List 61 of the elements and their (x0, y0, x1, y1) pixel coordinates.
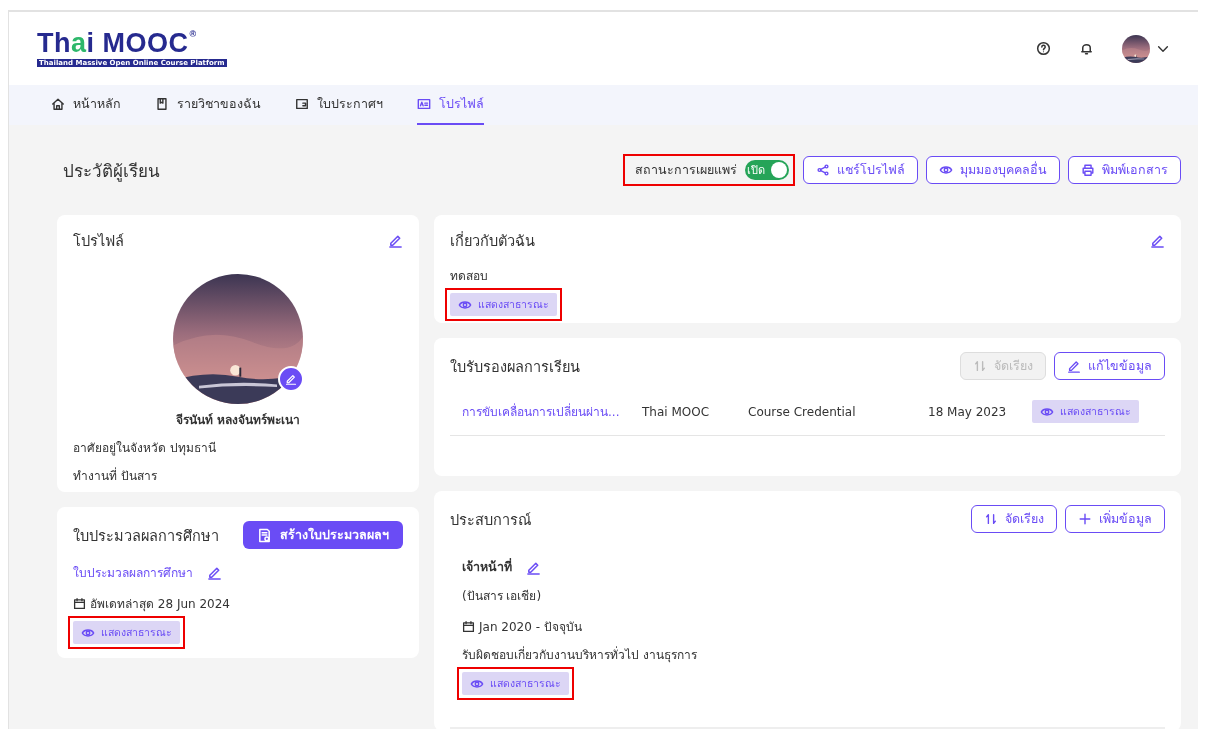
card-title: ประสบการณ์ (450, 510, 531, 530)
eye-icon (939, 163, 953, 177)
issuer-text: Thai MOOC (642, 404, 711, 419)
type-text: Course Credential (748, 404, 857, 419)
visibility-badge[interactable]: แสดงสาธารณะ (73, 621, 180, 644)
visibility-badge[interactable]: แสดงสาธารณะ (450, 293, 557, 316)
action-button[interactable]: พิมพ์เอกสาร (1068, 156, 1181, 184)
card-title: ใบรับรองผลการเรียน (450, 357, 580, 377)
profile-detail: ทำงานที่ ปันสาร (73, 466, 158, 485)
publish-label: สถานะการเผยแพร่ (635, 161, 737, 179)
pencil-icon (1150, 233, 1165, 248)
nav-tab[interactable]: รายวิชาของฉัน (155, 85, 261, 125)
updated-date: อัพเดทล่าสุด 28 Jun 2024 (90, 596, 230, 613)
transcript-link[interactable]: ใบประมวลผลการศึกษา (73, 563, 193, 582)
book-icon (155, 97, 169, 111)
edit-button[interactable] (388, 233, 403, 248)
job-description: รับผิดชอบเกี่ยวกับงานบริหารทั่วไป งานธุรการ (462, 645, 698, 664)
sort-icon (984, 512, 998, 526)
company-name: (ปันสาร เอเชีย) (462, 588, 543, 605)
nav-tab[interactable]: ใบประกาศฯ (295, 85, 383, 125)
edit-button[interactable] (1150, 233, 1165, 248)
sort-button[interactable]: จัดเรียง (971, 505, 1057, 533)
share-icon (816, 163, 830, 177)
sort-icon (973, 359, 987, 373)
pencil-icon (207, 565, 222, 580)
id-card-icon (417, 97, 431, 111)
profile-name: จีรนันท์ หลงจันทร์พะเนา (174, 412, 302, 429)
edit-button[interactable]: แก้ไขข้อมูล (1054, 352, 1165, 380)
page-title: ประวัติผู้เรียน (63, 159, 160, 184)
edit-photo-button[interactable] (278, 366, 304, 392)
pencil-icon (285, 373, 297, 385)
period-text: Jan 2020 - ปัจจุบัน (479, 619, 582, 636)
nav-tab[interactable]: หน้าหลัก (51, 85, 121, 125)
home-icon (51, 97, 65, 111)
bell-icon (1079, 41, 1094, 56)
pencil-icon (1067, 359, 1081, 373)
document-icon (257, 527, 272, 543)
publish-toggle[interactable]: เปิด (745, 160, 789, 180)
add-button[interactable]: เพิ่มข้อมูล (1065, 505, 1165, 533)
action-button[interactable]: มุมมองบุคคลอื่น (926, 156, 1060, 184)
profile-detail: อาศัยอยู่ในจังหวัด ปทุมธานี (73, 440, 217, 457)
calendar-icon (462, 620, 475, 633)
card-title: โปรไฟล์ (73, 232, 124, 251)
credential-link[interactable]: การขับเคลื่อนการเปลี่ยนผ่าน... (462, 402, 642, 421)
plus-icon (1078, 512, 1092, 526)
nav-tab[interactable]: โปรไฟล์ (417, 85, 484, 125)
calendar-icon (73, 597, 86, 610)
edit-button[interactable] (207, 565, 222, 580)
create-transcript-button[interactable]: สร้างใบประมวลผลฯ (243, 521, 403, 549)
certificate-icon (295, 97, 309, 111)
action-button[interactable]: แชร์โปรไฟล์ (803, 156, 918, 184)
card-title: ใบประมวลผลการศึกษา (73, 526, 219, 546)
visibility-badge[interactable]: แสดงสาธารณะ (1032, 400, 1139, 423)
position-title: เจ้าหน้าที่ (462, 557, 512, 576)
printer-icon (1081, 163, 1095, 177)
date-text: 18 May 2023 (928, 404, 1008, 419)
help-icon (1036, 41, 1051, 56)
about-text: ทดสอบ (450, 268, 489, 285)
visibility-badge[interactable]: แสดงสาธารณะ (462, 672, 569, 695)
card-title: เกี่ยวกับตัวฉัน (450, 230, 535, 251)
pencil-icon (388, 233, 403, 248)
